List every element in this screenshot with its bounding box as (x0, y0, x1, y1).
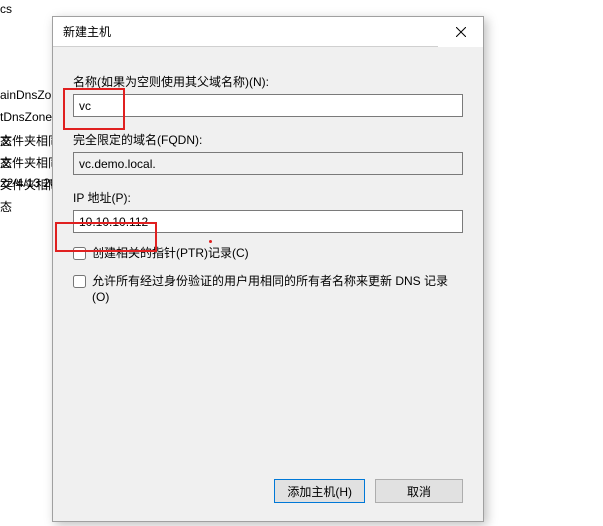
allow-checkbox-row: 允许所有经过身份验证的用户用相同的所有者名称来更新 DNS 记录(O) (73, 273, 463, 305)
allow-update-checkbox[interactable] (73, 275, 86, 288)
button-row: 添加主机(H) 取消 (274, 479, 463, 503)
bg-item-1: tDnsZones (0, 110, 58, 124)
name-input[interactable] (73, 94, 463, 117)
ip-input[interactable] (73, 210, 463, 233)
bg-fragment-cs: cs (0, 2, 12, 16)
dialog-content: 名称(如果为空则使用其父域名称)(N): 完全限定的域名(FQDN): IP 地… (53, 47, 483, 521)
fqdn-input (73, 152, 463, 175)
cancel-button[interactable]: 取消 (375, 479, 463, 503)
ptr-checkbox[interactable] (73, 247, 86, 260)
bg-right-3: 态 (0, 198, 12, 215)
fqdn-label: 完全限定的域名(FQDN): (73, 131, 463, 148)
titlebar: 新建主机 (53, 17, 483, 47)
ptr-checkbox-label[interactable]: 创建相关的指针(PTR)记录(C) (92, 245, 249, 261)
close-icon (456, 27, 466, 37)
new-host-dialog: 新建主机 名称(如果为空则使用其父域名称)(N): 完全限定的域名(FQDN):… (52, 16, 484, 522)
add-host-button[interactable]: 添加主机(H) (274, 479, 365, 503)
name-label: 名称(如果为空则使用其父域名称)(N): (73, 73, 463, 90)
ip-label: IP 地址(P): (73, 189, 463, 206)
bg-item-0: ainDnsZon (0, 88, 58, 102)
dialog-title: 新建主机 (63, 23, 111, 40)
close-button[interactable] (438, 17, 483, 47)
ptr-checkbox-row: 创建相关的指针(PTR)记录(C) (73, 245, 463, 261)
bg-right-1: 态 (0, 132, 12, 149)
bg-right-2: 态 (0, 154, 12, 171)
allow-update-checkbox-label[interactable]: 允许所有经过身份验证的用户用相同的所有者名称来更新 DNS 记录(O) (92, 273, 463, 305)
